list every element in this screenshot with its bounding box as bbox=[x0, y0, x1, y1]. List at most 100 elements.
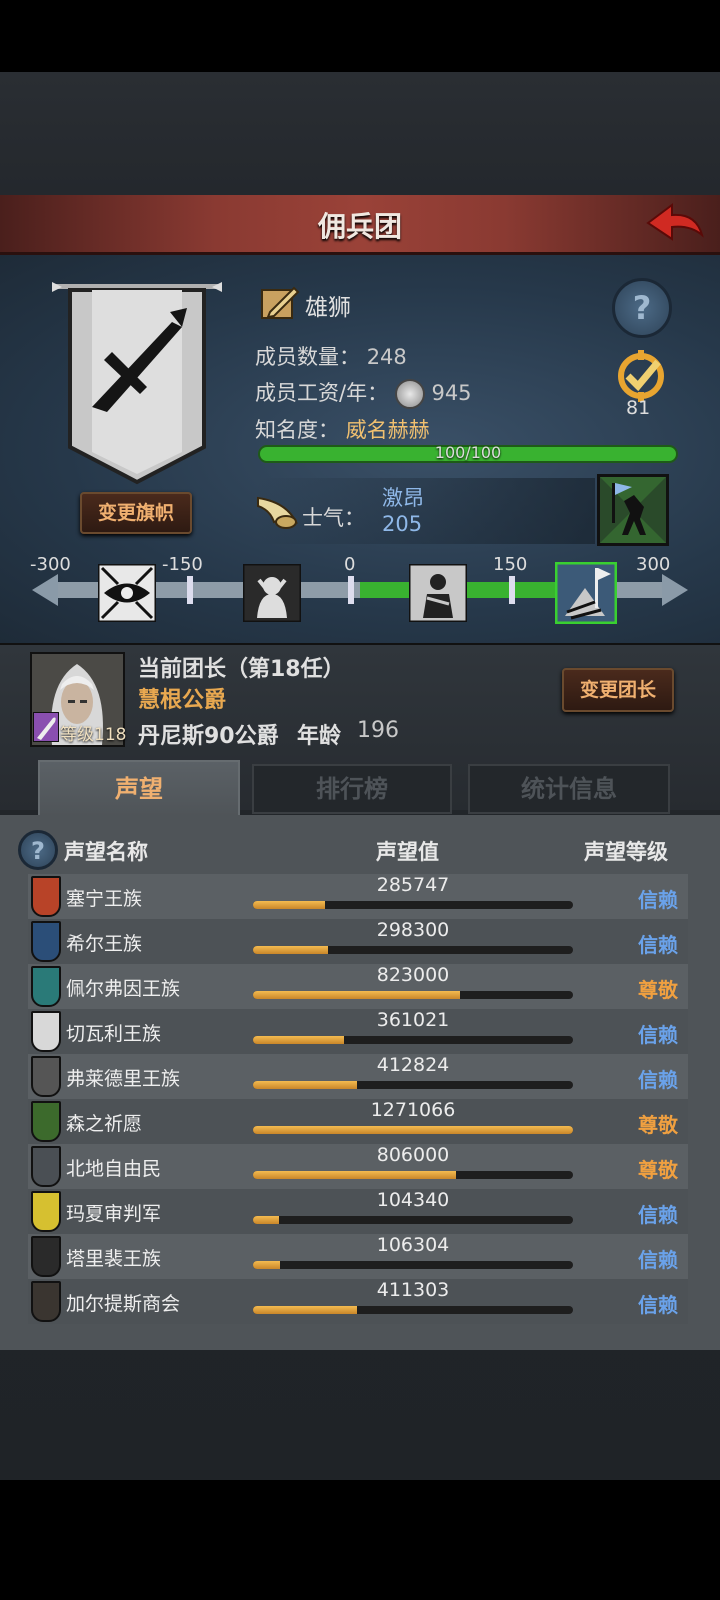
members-label: 成员数量： bbox=[255, 345, 360, 369]
fame-value: 威名赫赫 bbox=[345, 418, 430, 442]
reputation-level: 信赖 bbox=[638, 1293, 678, 1317]
faction-crest-icon bbox=[31, 1056, 61, 1097]
members-value: 248 bbox=[366, 345, 407, 369]
leader-age-value: 196 bbox=[357, 718, 399, 743]
table-row[interactable]: 佩尔弗因王族 823000 尊敬 bbox=[28, 964, 688, 1009]
morale-broken-eye-icon[interactable] bbox=[98, 564, 156, 622]
reputation-value: 106304 bbox=[376, 1234, 450, 1256]
morale-tick-label: -150 bbox=[162, 554, 203, 575]
reputation-value: 104340 bbox=[376, 1189, 450, 1211]
faction-name: 希尔王族 bbox=[66, 933, 143, 955]
back-arrow-icon[interactable] bbox=[644, 201, 706, 245]
table-row[interactable]: 希尔王族 298300 信赖 bbox=[28, 919, 688, 964]
morale-state: 激昂 bbox=[382, 486, 424, 510]
morale-tick-label: 300 bbox=[636, 554, 671, 575]
achievement-badge-icon[interactable] bbox=[610, 350, 672, 402]
edit-pencil-icon[interactable] bbox=[260, 284, 300, 322]
reputation-level: 信赖 bbox=[638, 1248, 678, 1272]
wage-label: 成员工资/年： bbox=[255, 381, 389, 405]
reputation-bar bbox=[253, 1036, 573, 1044]
tab-bar: 声望 排行榜 统计信息 bbox=[30, 760, 680, 816]
faction-name: 佩尔弗因王族 bbox=[66, 978, 181, 1000]
reputation-bar bbox=[253, 1216, 573, 1224]
morale-label: 士气： bbox=[302, 506, 365, 530]
leader-age-label: 年龄 bbox=[297, 724, 342, 749]
reputation-bar bbox=[253, 901, 573, 909]
reputation-bar bbox=[253, 991, 573, 999]
table-row[interactable]: 塞宁王族 285747 信赖 bbox=[28, 874, 688, 919]
page-title: 佣兵团 bbox=[317, 210, 402, 243]
fame-progress-text: 100/100 bbox=[434, 443, 502, 462]
fame-row: 知名度： 威名赫赫 bbox=[255, 414, 430, 444]
reputation-bar-fill bbox=[253, 1081, 357, 1089]
faction-crest-icon bbox=[31, 1236, 61, 1277]
change-leader-button[interactable]: 变更团长 bbox=[562, 668, 674, 712]
morale-tick-label: -300 bbox=[30, 554, 71, 575]
table-row[interactable]: 加尔提斯商会 411303 信赖 bbox=[28, 1279, 688, 1324]
leader-rank: 慧根公爵 bbox=[138, 688, 227, 713]
table-row[interactable]: 切瓦利王族 361021 信赖 bbox=[28, 1009, 688, 1054]
faction-name: 切瓦利王族 bbox=[66, 1023, 162, 1045]
company-name: 雄狮 bbox=[305, 295, 351, 321]
faction-crest-icon bbox=[31, 921, 61, 962]
status-bar-area bbox=[0, 0, 720, 72]
morale-high-icon[interactable] bbox=[555, 562, 617, 624]
reputation-level: 信赖 bbox=[638, 933, 678, 957]
reputation-bar bbox=[253, 1081, 573, 1089]
morale-scale: -300 -150 0 150 300 bbox=[30, 552, 690, 632]
faction-crest-icon bbox=[31, 1146, 61, 1187]
reputation-bar bbox=[253, 1261, 573, 1269]
banner-flag-icon bbox=[52, 282, 222, 485]
reputation-bar-fill bbox=[253, 1261, 280, 1269]
fame-progress-bar: 100/100 bbox=[258, 443, 678, 463]
reputation-bar-fill bbox=[253, 1216, 280, 1224]
header-reputation-name: 声望名称 bbox=[64, 840, 148, 864]
reputation-value: 411303 bbox=[376, 1279, 450, 1301]
table-row[interactable]: 塔里裴王族 106304 信赖 bbox=[28, 1234, 688, 1279]
help-icon[interactable]: ? bbox=[612, 278, 672, 338]
change-banner-button[interactable]: 变更旗帜 bbox=[80, 492, 192, 534]
leader-level: 等级118 bbox=[60, 725, 127, 745]
reputation-bar-fill bbox=[253, 1036, 344, 1044]
header-reputation-level: 声望等级 bbox=[584, 840, 668, 864]
morale-steady-icon[interactable] bbox=[409, 564, 467, 622]
faction-crest-icon bbox=[31, 1011, 61, 1052]
morale-value: 205 bbox=[382, 512, 423, 536]
faction-crest-icon bbox=[31, 876, 61, 917]
header-reputation-value: 声望值 bbox=[376, 840, 439, 864]
leader-name: 丹尼斯90公爵 bbox=[138, 724, 279, 749]
badge-count: 81 bbox=[626, 397, 651, 419]
reputation-value: 361021 bbox=[376, 1009, 450, 1031]
faction-crest-icon bbox=[31, 966, 61, 1007]
title-bar: 佣兵团 bbox=[0, 195, 720, 255]
fame-label: 知名度： bbox=[255, 418, 339, 442]
faction-crest-icon bbox=[31, 1281, 61, 1322]
reputation-value: 823000 bbox=[376, 964, 450, 986]
morale-state-icon[interactable] bbox=[597, 474, 669, 546]
faction-name: 塞宁王族 bbox=[66, 888, 143, 910]
faction-name: 玛夏审判军 bbox=[66, 1203, 162, 1225]
faction-crest-icon bbox=[31, 1191, 61, 1232]
reputation-level: 信赖 bbox=[638, 1023, 678, 1047]
table-row[interactable]: 弗莱德里王族 412824 信赖 bbox=[28, 1054, 688, 1099]
tab-statistics[interactable]: 统计信息 bbox=[468, 764, 670, 814]
reputation-bar-fill bbox=[253, 991, 461, 999]
table-row[interactable]: 玛夏审判军 104340 信赖 bbox=[28, 1189, 688, 1234]
morale-despair-icon[interactable] bbox=[243, 564, 301, 622]
table-row[interactable]: 北地自由民 806000 尊敬 bbox=[28, 1144, 688, 1189]
tab-leaderboard[interactable]: 排行榜 bbox=[252, 764, 452, 814]
table-row[interactable]: 森之祈愿 1271066 尊敬 bbox=[28, 1099, 688, 1144]
reputation-value: 806000 bbox=[376, 1144, 450, 1166]
faction-name: 弗莱德里王族 bbox=[66, 1068, 181, 1090]
reputation-bar bbox=[253, 1306, 573, 1314]
reputation-bar-fill bbox=[253, 946, 329, 954]
tab-reputation[interactable]: 声望 bbox=[38, 760, 240, 816]
reputation-level: 尊敬 bbox=[638, 978, 678, 1002]
reputation-bar bbox=[253, 1126, 573, 1134]
reputation-level: 信赖 bbox=[638, 1068, 678, 1092]
morale-tick-label: 0 bbox=[344, 554, 356, 575]
members-row: 成员数量： 248 bbox=[255, 341, 407, 371]
reputation-help-icon[interactable]: ? bbox=[18, 830, 58, 870]
reputation-bar-fill bbox=[253, 901, 325, 909]
reputation-bar bbox=[253, 946, 573, 954]
